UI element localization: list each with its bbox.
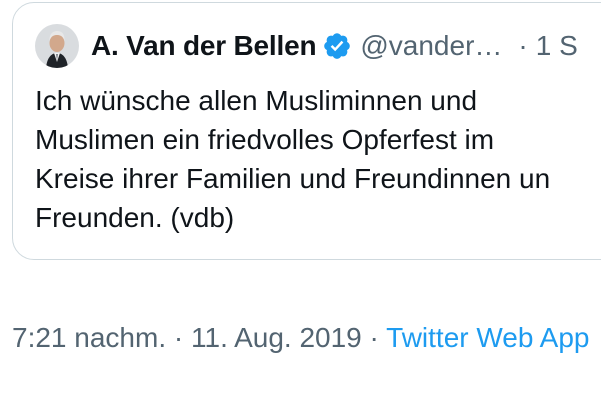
quoted-tweet-card[interactable]: A. Van der Bellen @vander… · 1 S Ich wün… [12, 2, 601, 260]
author-handle[interactable]: @vander… [360, 30, 502, 62]
meta-separator: · [166, 322, 191, 353]
quoted-tweet-text: Ich wünsche allen Musliminnen und Muslim… [35, 81, 601, 237]
avatar[interactable] [35, 24, 79, 68]
person-portrait-icon [35, 24, 79, 68]
quoted-tweet-text-line: Muslimen ein friedvolles Opferfest im [35, 124, 495, 155]
tweet-date[interactable]: 11. Aug. 2019 [191, 322, 362, 353]
quoted-tweet-text-line: Freunden. (vdb) [35, 202, 235, 233]
verified-badge-icon [322, 31, 352, 61]
quoted-tweet-text-line: Kreise ihrer Familien und Freundinnen un [35, 163, 551, 194]
tweet-metadata: 7:21 nachm. · 11. Aug. 2019 · Twitter We… [12, 318, 601, 358]
quoted-tweet-time[interactable]: 1 S [536, 30, 578, 62]
meta-separator: · [361, 322, 387, 353]
separator-dot: · [518, 30, 528, 61]
tweet-source-link[interactable]: Twitter Web App [386, 322, 589, 353]
tweet-detail-view: A. Van der Bellen @vander… · 1 S Ich wün… [0, 0, 601, 413]
author-name[interactable]: A. Van der Bellen [91, 30, 317, 62]
quoted-tweet-header: A. Van der Bellen @vander… · 1 S [35, 23, 578, 69]
tweet-time[interactable]: 7:21 nachm. [12, 322, 166, 353]
quoted-tweet-text-line: Ich wünsche allen Musliminnen und [35, 85, 478, 116]
